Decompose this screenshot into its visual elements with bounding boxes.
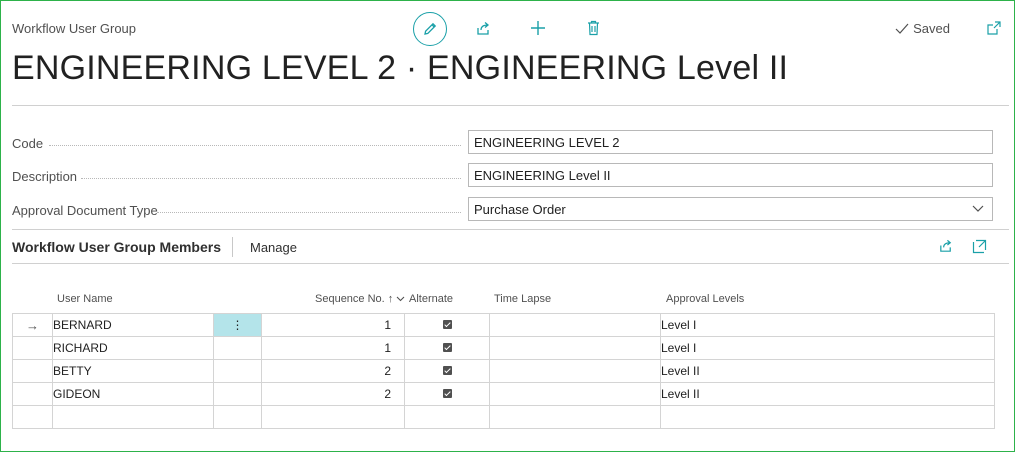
- time-lapse-cell[interactable]: [489, 382, 661, 406]
- table-row-empty[interactable]: [12, 405, 995, 429]
- members-table: → BERNARD ⋮ 1 Level I RICHARD 1 Level I …: [12, 313, 995, 429]
- share-icon: [940, 239, 952, 252]
- table-row[interactable]: RICHARD 1 Level I: [12, 336, 995, 360]
- row-indicator: [12, 336, 53, 360]
- table-row[interactable]: BETTY 2 Level II: [12, 359, 995, 383]
- approval-levels-cell[interactable]: Level I: [660, 313, 995, 337]
- alternate-checkbox[interactable]: [442, 343, 452, 352]
- time-lapse-cell[interactable]: [489, 359, 661, 383]
- approval-document-type-dots: [157, 212, 461, 213]
- share-button[interactable]: [473, 18, 493, 38]
- user-name-cell[interactable]: RICHARD: [52, 336, 214, 360]
- code-field[interactable]: ENGINEERING LEVEL 2: [468, 130, 993, 154]
- more-vertical-icon: ⋮: [231, 318, 244, 332]
- sequence-no-cell[interactable]: 1: [261, 313, 405, 337]
- expand-icon: [972, 239, 986, 253]
- time-lapse-cell[interactable]: [489, 405, 661, 429]
- manage-action[interactable]: Manage: [250, 240, 297, 255]
- edit-button[interactable]: [413, 12, 447, 46]
- save-status: Saved: [895, 21, 950, 36]
- row-actions-cell[interactable]: [213, 382, 262, 406]
- new-button[interactable]: [528, 18, 548, 38]
- user-name-cell[interactable]: BETTY: [52, 359, 214, 383]
- row-actions-button[interactable]: ⋮: [213, 313, 262, 337]
- page-title: ENGINEERING LEVEL 2 · ENGINEERING Level …: [12, 49, 789, 87]
- approval-document-type-value: Purchase Order: [474, 201, 566, 217]
- alternate-checkbox[interactable]: [442, 389, 452, 398]
- row-actions-cell[interactable]: [213, 405, 262, 429]
- chevron-down-icon: [396, 296, 405, 302]
- trash-icon: [587, 20, 599, 36]
- user-name-cell[interactable]: GIDEON: [52, 382, 214, 406]
- approval-levels-cell[interactable]: Level II: [660, 359, 995, 383]
- approval-levels-cell[interactable]: [660, 405, 995, 429]
- popout-icon: [987, 21, 1001, 35]
- alternate-cell[interactable]: [404, 336, 490, 360]
- plus-icon: [531, 21, 545, 35]
- sort-ascending-icon: ↑: [387, 293, 394, 305]
- page-frame: Workflow User Group Saved ENGINEERING LE…: [0, 0, 1015, 452]
- row-actions-cell[interactable]: [213, 359, 262, 383]
- row-indicator: →: [12, 313, 53, 337]
- approval-document-type-label: Approval Document Type: [12, 203, 158, 218]
- pencil-icon: [424, 22, 437, 35]
- column-header-time-lapse[interactable]: Time Lapse: [494, 293, 551, 305]
- description-dots: [81, 178, 461, 179]
- column-header-sequence-no[interactable]: Sequence No. ↑: [315, 293, 405, 305]
- sequence-no-cell[interactable]: 1: [261, 336, 405, 360]
- alternate-cell[interactable]: [404, 313, 490, 337]
- approval-levels-cell[interactable]: Level I: [660, 336, 995, 360]
- header-divider: [12, 105, 1009, 106]
- row-indicator: [12, 382, 53, 406]
- chevron-down-icon: [972, 205, 984, 212]
- column-header-approval-levels[interactable]: Approval Levels: [666, 293, 744, 305]
- alternate-cell[interactable]: [404, 359, 490, 383]
- alternate-checkbox[interactable]: [442, 366, 452, 375]
- sequence-no-cell[interactable]: [261, 405, 405, 429]
- time-lapse-cell[interactable]: [489, 313, 661, 337]
- table-row[interactable]: → BERNARD ⋮ 1 Level I: [12, 313, 995, 337]
- table-row[interactable]: GIDEON 2 Level II: [12, 382, 995, 406]
- breadcrumb: Workflow User Group: [12, 21, 137, 36]
- column-header-user-name[interactable]: User Name: [57, 293, 113, 305]
- user-name-cell[interactable]: BERNARD: [52, 313, 214, 337]
- checkmark-icon: [895, 23, 909, 34]
- alternate-checkbox[interactable]: [442, 320, 452, 329]
- members-share-button[interactable]: [937, 237, 955, 255]
- row-actions-cell[interactable]: [213, 336, 262, 360]
- code-label: Code: [12, 136, 44, 151]
- description-field[interactable]: ENGINEERING Level II: [468, 163, 993, 187]
- open-new-window-button[interactable]: [985, 19, 1003, 37]
- row-indicator: [12, 405, 53, 429]
- sequence-no-cell[interactable]: 2: [261, 382, 405, 406]
- share-icon: [476, 21, 489, 35]
- alternate-cell[interactable]: [404, 405, 490, 429]
- time-lapse-cell[interactable]: [489, 336, 661, 360]
- code-dots: [49, 145, 461, 146]
- approval-levels-cell[interactable]: Level II: [660, 382, 995, 406]
- approval-document-type-select[interactable]: Purchase Order: [468, 197, 993, 221]
- arrow-right-icon: →: [26, 317, 39, 333]
- members-divider: [12, 263, 1009, 264]
- members-expand-button[interactable]: [970, 237, 988, 255]
- sequence-no-cell[interactable]: 2: [261, 359, 405, 383]
- user-name-cell[interactable]: [52, 405, 214, 429]
- action-separator: [232, 237, 233, 257]
- delete-button[interactable]: [583, 18, 603, 38]
- alternate-cell[interactable]: [404, 382, 490, 406]
- section-divider: [12, 229, 1009, 230]
- description-label: Description: [12, 169, 78, 184]
- row-indicator: [12, 359, 53, 383]
- save-status-label: Saved: [913, 21, 950, 36]
- sequence-no-label: Sequence No.: [315, 293, 385, 305]
- column-header-alternate[interactable]: Alternate: [409, 293, 453, 305]
- members-part-title[interactable]: Workflow User Group Members: [12, 239, 221, 255]
